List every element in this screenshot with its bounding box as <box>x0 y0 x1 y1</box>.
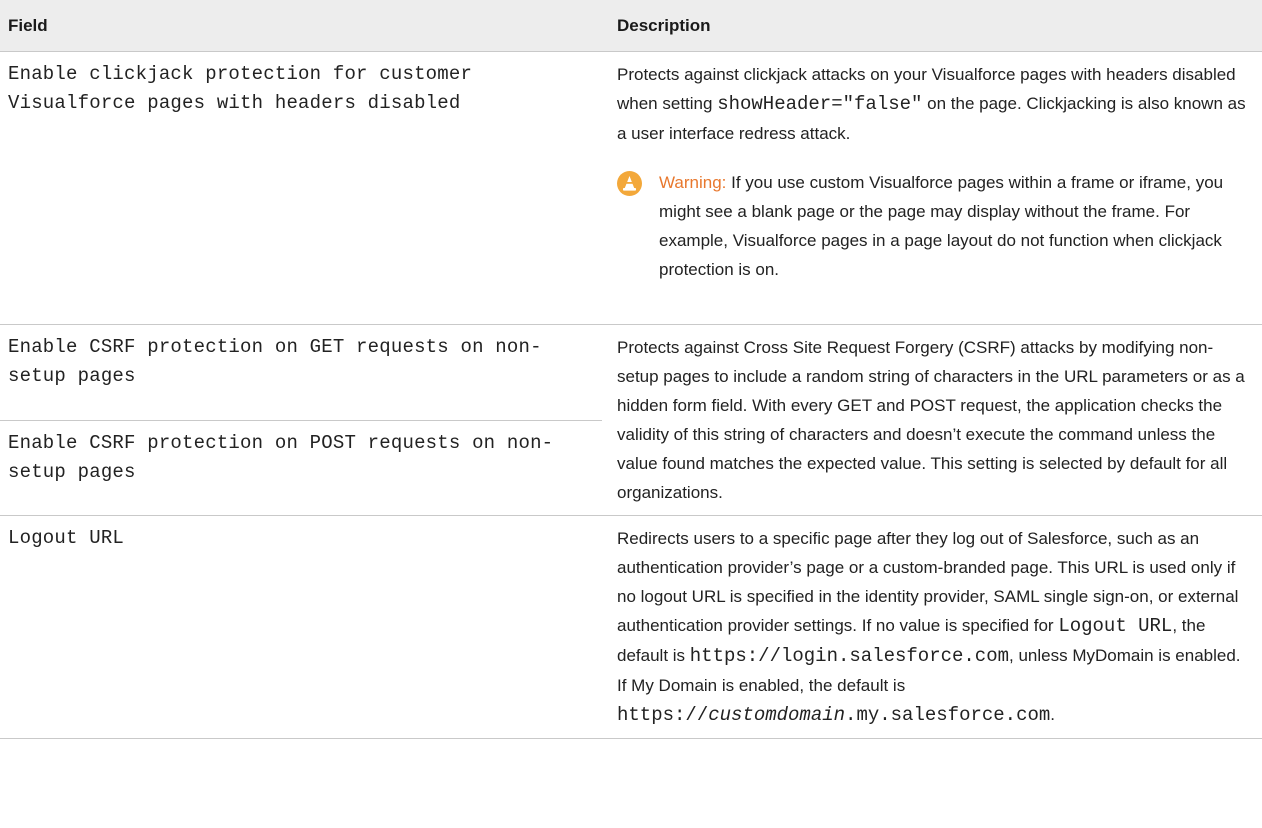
csrf-paragraph: Protects against Cross Site Request Forg… <box>617 338 1245 502</box>
description-clickjack: Protects against clickjack attacks on yo… <box>602 51 1262 325</box>
field-clickjack: Enable clickjack protection for customer… <box>0 51 602 325</box>
description-csrf: Protects against Cross Site Request Forg… <box>602 324 1262 516</box>
url-prefix: https:// <box>617 704 709 726</box>
header-field: Field <box>0 0 602 52</box>
logout-url-code: Logout URL <box>1058 615 1173 637</box>
warning-label: Warning: <box>659 173 727 192</box>
table-row: Enable clickjack protection for customer… <box>0 51 1262 325</box>
description-logout-url: Redirects users to a specific page after… <box>602 515 1262 739</box>
logout-paragraph: Redirects users to a specific page after… <box>617 524 1246 730</box>
desc-text: . <box>1050 705 1056 724</box>
warning-text: If you use custom Visualforce pages with… <box>659 173 1224 279</box>
field-csrf-get: Enable CSRF protection on GET requests o… <box>0 324 602 421</box>
field-logout-url: Logout URL <box>0 515 602 739</box>
clickjack-paragraph: Protects against clickjack attacks on yo… <box>617 60 1246 148</box>
showheader-code: showHeader="false" <box>717 93 923 115</box>
url-placeholder: customdomain <box>708 704 846 726</box>
warning-cone-icon <box>617 171 642 196</box>
url-suffix: .my.salesforce.com <box>845 704 1051 726</box>
table-row: Enable CSRF protection on GET requests o… <box>0 324 1262 516</box>
field-csrf-post: Enable CSRF protection on POST requests … <box>0 420 602 516</box>
login-url-code: https://login.salesforce.com <box>689 645 1010 667</box>
settings-table: Field Description Enable clickjack prote… <box>0 0 1262 739</box>
table-row: Logout URL Redirects users to a specific… <box>0 515 1262 739</box>
custom-domain-url-code: https://customdomain.my.salesforce.com <box>617 704 1050 726</box>
table-header-row: Field Description <box>0 0 1262 52</box>
header-description: Description <box>602 0 1262 52</box>
document-page: Field Description Enable clickjack prote… <box>0 0 1262 828</box>
warning-note: Warning: If you use custom Visualforce p… <box>617 168 1246 288</box>
